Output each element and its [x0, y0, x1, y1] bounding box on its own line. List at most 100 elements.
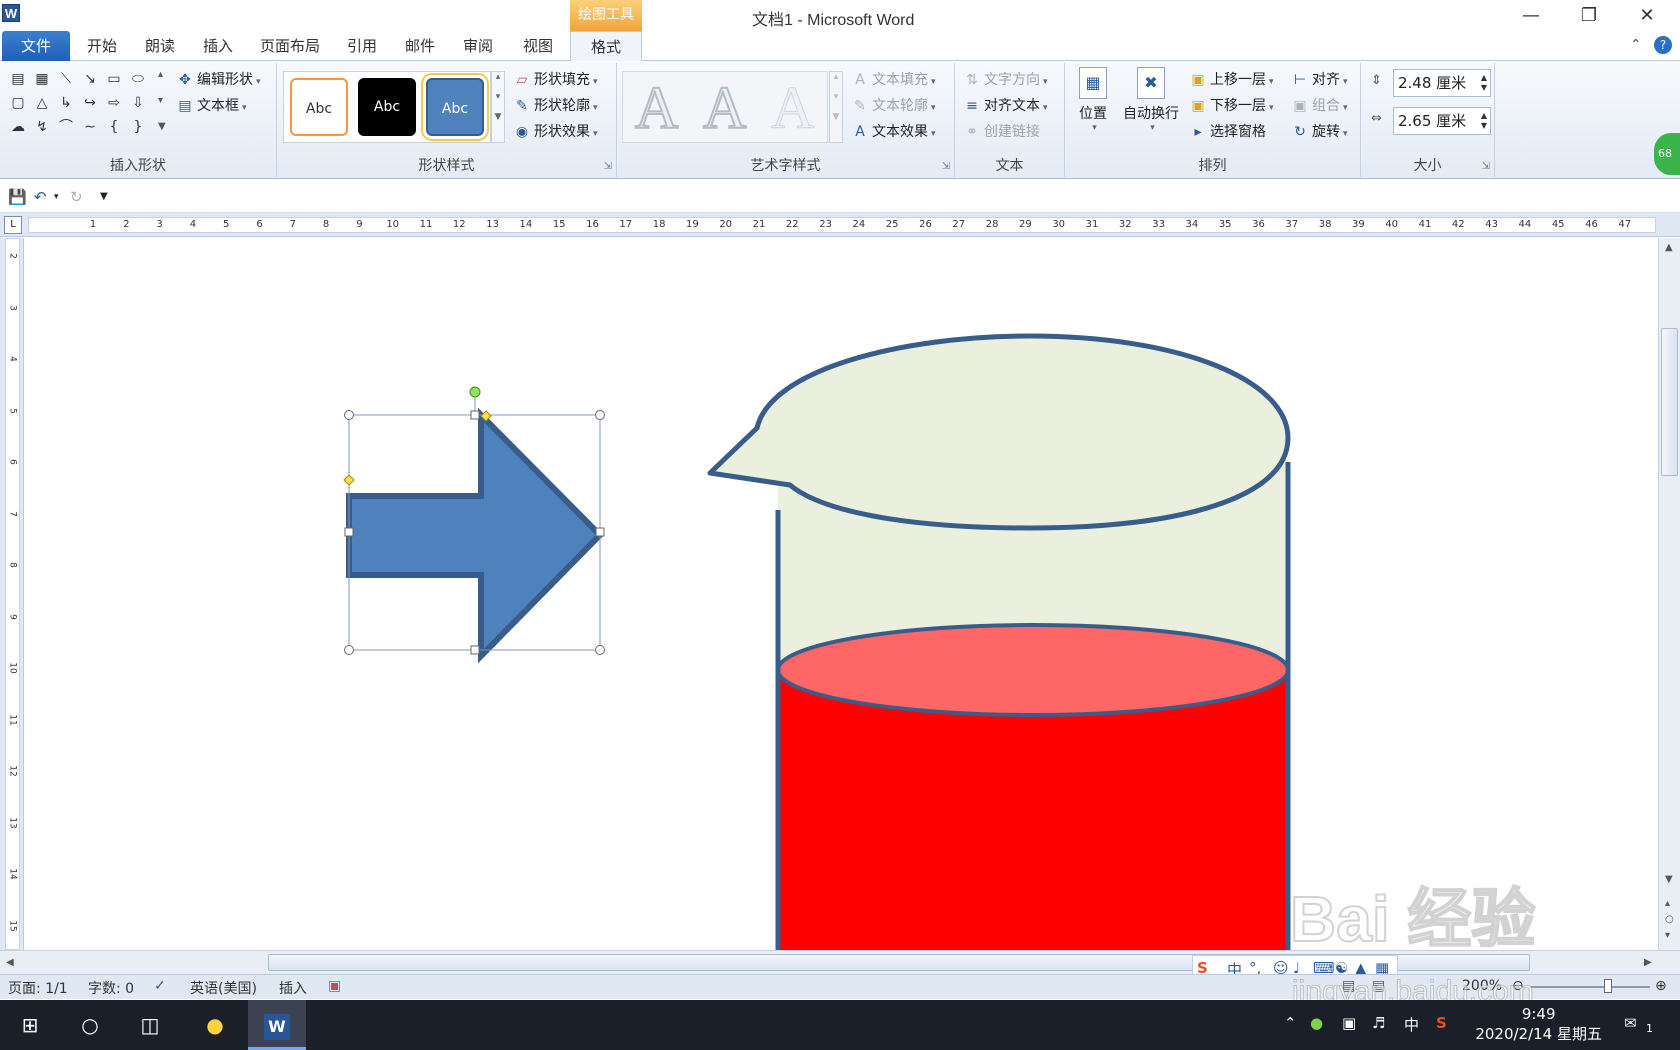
shape-height-input[interactable]: 2.48 厘米 ▲ ▼ — [1393, 69, 1491, 97]
restore-button[interactable]: ❐ — [1560, 0, 1618, 31]
shape-effects-button[interactable]: ◉ 形状效果 ▾ — [513, 121, 598, 141]
scroll-down-icon[interactable]: ▼ — [1665, 874, 1673, 885]
tab-review[interactable]: 审阅 — [456, 31, 500, 61]
word-taskbar-icon[interactable]: W — [248, 1000, 306, 1050]
down-arrow-shape-icon[interactable]: ⇩ — [126, 91, 150, 115]
tab-file[interactable]: 文件 — [2, 31, 70, 61]
resize-handle-bottom[interactable] — [470, 645, 480, 655]
network-icon[interactable]: ▣ — [1342, 1014, 1356, 1032]
left-brace-shape-icon[interactable]: { — [102, 115, 126, 139]
horizontal-ruler[interactable]: L 1 2 3 4 5 6 7 8 9 10 11 12 13 14 15 16 17 18 19 20 21 22 23 2… — [0, 213, 1680, 237]
wordart-sample-1[interactable]: A — [634, 74, 679, 143]
wordart-launcher-icon[interactable]: ⇲ — [942, 161, 950, 172]
start-icon[interactable]: ⊞ — [8, 1000, 52, 1050]
selection-pane-button[interactable]: ▸ 选择窗格 — [1189, 121, 1266, 141]
previous-page-icon[interactable]: ▴ — [1665, 898, 1670, 909]
scroll-right-icon[interactable]: ▶ — [1644, 957, 1652, 968]
customize-qat-icon[interactable]: ▼ — [100, 191, 108, 202]
shapes-more-icon[interactable]: ▼ — [158, 121, 166, 132]
style-thumb-blue-fill[interactable]: Abc — [421, 73, 489, 141]
tab-mailings[interactable]: 邮件 — [398, 31, 442, 61]
undo-dropdown-icon[interactable]: ▾ — [54, 192, 59, 202]
performance-badge[interactable]: 68 — [1654, 133, 1680, 175]
resize-handle-top[interactable] — [470, 410, 480, 420]
resize-handle-bl[interactable] — [344, 645, 354, 655]
close-button[interactable]: ✕ — [1618, 0, 1676, 31]
triangle-shape-icon[interactable]: △ — [30, 91, 54, 115]
save-icon[interactable]: 💾 — [8, 188, 27, 206]
textbox-shape-icon[interactable]: ▤ — [6, 67, 30, 91]
height-spinner-icon[interactable]: ▲ ▼ — [1481, 73, 1487, 93]
shape-width-input[interactable]: 2.65 厘米 ▲ ▼ — [1393, 107, 1491, 135]
tab-read-aloud[interactable]: 朗读 — [138, 31, 182, 61]
resize-handle-br[interactable] — [595, 645, 605, 655]
tab-view[interactable]: 视图 — [514, 31, 562, 61]
tab-references[interactable]: 引用 — [340, 31, 384, 61]
zoom-in-icon[interactable]: ⊕ — [1655, 978, 1667, 994]
shape-styles-launcher-icon[interactable]: ⇲ — [604, 161, 612, 172]
pinned-app-icon[interactable]: ● — [188, 1000, 242, 1050]
tab-format[interactable]: 格式 — [570, 31, 642, 61]
rotate-button[interactable]: ↻ 旋转 ▾ — [1291, 121, 1347, 141]
rounded-rectangle-shape-icon[interactable]: ▢ — [6, 91, 30, 115]
text-effects-button[interactable]: A 文本效果 ▾ — [851, 121, 935, 141]
line-shape-icon[interactable]: ⟍ — [54, 67, 78, 91]
vertical-scroll-thumb[interactable] — [1661, 328, 1678, 476]
word-count[interactable]: 字数: 0 — [88, 978, 134, 998]
align-text-button[interactable]: ≡ 对齐文本 ▾ — [963, 95, 1047, 115]
zoom-slider-thumb[interactable] — [1604, 979, 1612, 993]
rectangle-shape-icon[interactable]: ▭ — [102, 67, 126, 91]
vertical-ruler[interactable]: 2 3 4 5 6 7 8 9 10 11 12 13 14 15 — [0, 238, 24, 950]
edit-shape-button[interactable]: ✥ 编辑形状 ▾ — [176, 69, 260, 89]
tab-selector-icon[interactable]: L — [4, 216, 22, 234]
style-gallery-scroll[interactable]: ▴ ▾ ▼ — [491, 71, 505, 143]
tab-home[interactable]: 开始 — [80, 31, 124, 61]
right-brace-shape-icon[interactable]: } — [126, 115, 150, 139]
notification-center-icon[interactable]: ✉ — [1624, 1014, 1637, 1032]
size-launcher-icon[interactable]: ⇲ — [1482, 161, 1490, 172]
wordart-sample-3[interactable]: A — [770, 74, 814, 143]
resize-handle-tr[interactable] — [595, 410, 605, 420]
collapse-ribbon-icon[interactable]: ⌃ — [1630, 37, 1642, 53]
vertical-textbox-shape-icon[interactable]: ▦ — [30, 67, 54, 91]
right-arrow-shape-icon[interactable]: ⇨ — [102, 91, 126, 115]
rotation-handle[interactable] — [469, 386, 481, 398]
macro-record-icon[interactable]: ▣ — [328, 978, 341, 994]
adjust-handle-shaft[interactable] — [343, 474, 355, 486]
style-thumb-black-fill[interactable]: Abc — [358, 78, 416, 136]
system-clock[interactable]: 9:49 2020/2/14 星期五 — [1475, 1004, 1602, 1044]
lightning-shape-icon[interactable]: ↯ — [30, 115, 54, 139]
wordart-sample-2[interactable]: A — [702, 74, 747, 143]
vertical-scrollbar[interactable]: ▲ ▼ ▴ ○ ▾ — [1658, 238, 1680, 950]
style-thumb-orange-outline[interactable]: Abc — [290, 78, 348, 136]
arrow-line-shape-icon[interactable]: ↘ — [78, 67, 102, 91]
volume-icon[interactable]: ♬ — [1372, 1014, 1385, 1032]
document-page[interactable] — [25, 238, 1658, 950]
next-page-icon[interactable]: ▾ — [1665, 930, 1670, 941]
send-backward-button[interactable]: ▣ 下移一层 ▾ — [1189, 95, 1273, 115]
resize-handle-left[interactable] — [344, 527, 354, 537]
page-counter[interactable]: 页面: 1/1 — [8, 978, 68, 998]
word-app-icon[interactable]: W — [2, 4, 20, 22]
tray-expand-icon[interactable]: ⌃ — [1284, 1014, 1297, 1032]
task-view-icon[interactable]: ◫ — [128, 1000, 172, 1050]
zoom-slider[interactable] — [1530, 986, 1650, 988]
elbow-connector-icon[interactable]: ↳ — [54, 91, 78, 115]
shape-fill-button[interactable]: ▱ 形状填充 ▾ — [513, 69, 598, 89]
elbow-arrow-connector-icon[interactable]: ↪ — [78, 91, 102, 115]
resize-handle-right[interactable] — [595, 527, 605, 537]
scroll-left-icon[interactable]: ◀ — [6, 957, 14, 968]
curve-shape-icon[interactable]: ∼ — [78, 115, 102, 139]
shapes-scroll-down-icon[interactable]: ▾ — [158, 95, 163, 106]
scroll-up-icon[interactable]: ▲ — [1665, 242, 1673, 253]
shape-outline-button[interactable]: ✎ 形状轮廓 ▾ — [513, 95, 597, 115]
shapes-scroll-up-icon[interactable]: ▴ — [158, 69, 163, 80]
cloud-shape-icon[interactable]: ☁ — [6, 115, 30, 139]
tab-insert[interactable]: 插入 — [196, 31, 240, 61]
ime-mode-indicator[interactable]: 中 — [1404, 1014, 1419, 1035]
align-button[interactable]: ⊢ 对齐 ▾ — [1291, 69, 1348, 89]
beaker-shape[interactable] — [707, 333, 1291, 950]
insert-mode-indicator[interactable]: 插入 — [279, 978, 307, 998]
search-circle-icon[interactable]: ○ — [68, 1000, 112, 1050]
browse-object-icon[interactable]: ○ — [1665, 914, 1674, 925]
